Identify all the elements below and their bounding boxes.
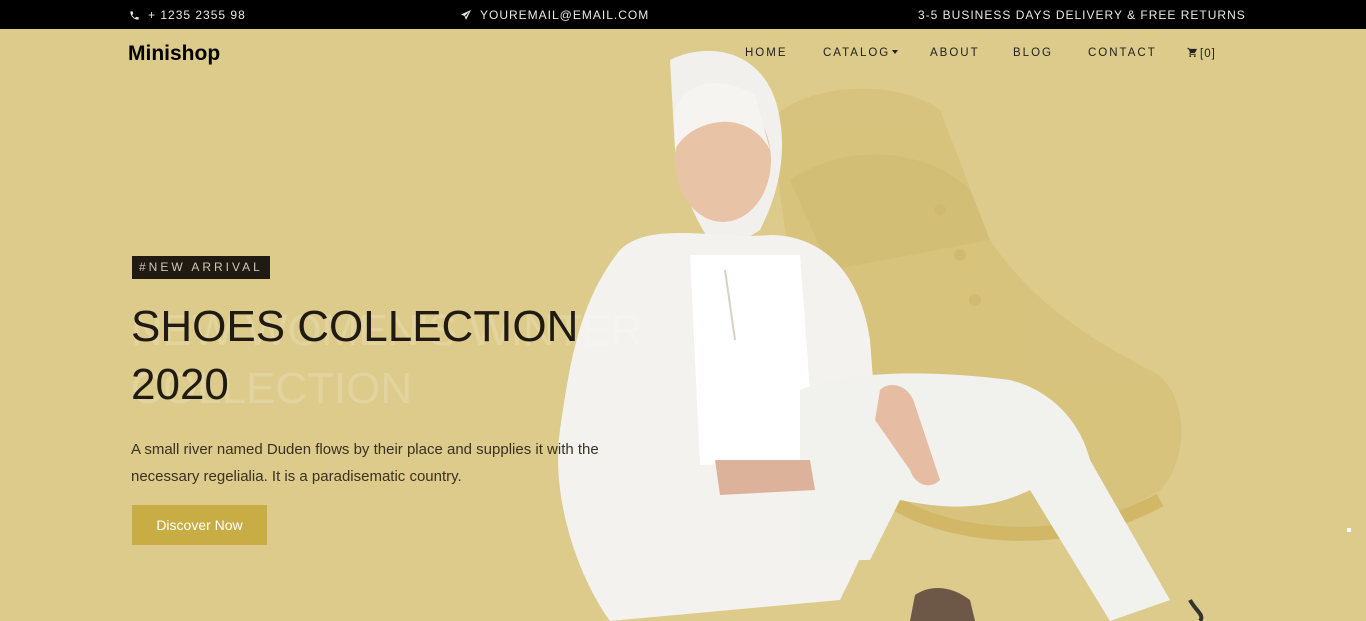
carousel-dot[interactable] <box>1347 528 1351 532</box>
delivery-notice-text: 3-5 BUSINESS DAYS DELIVERY & FREE RETURN… <box>918 8 1246 22</box>
phone-icon <box>129 10 140 21</box>
hero-title-line-2: 2020 <box>131 360 229 409</box>
email-address[interactable]: YOUREMAIL@EMAIL.COM <box>480 8 649 22</box>
brand-logo[interactable]: Minishop <box>128 42 220 66</box>
phone-number: + 1235 2355 98 <box>148 8 246 22</box>
phone-info: + 1235 2355 98 <box>129 8 246 22</box>
paper-plane-icon <box>460 9 472 21</box>
top-info-bar: + 1235 2355 98 YOUREMAIL@EMAIL.COM 3-5 B… <box>0 0 1366 29</box>
hero-title-line-1: SHOES COLLECTION <box>131 302 579 351</box>
hero-title: SHOES COLLECTION 2020 <box>131 298 578 414</box>
email-info: YOUREMAIL@EMAIL.COM <box>460 8 649 22</box>
delivery-notice: 3-5 BUSINESS DAYS DELIVERY & FREE RETURN… <box>918 8 1246 22</box>
new-arrival-tag: #NEW ARRIVAL <box>132 256 270 279</box>
hero-description: A small river named Duden flows by their… <box>131 441 599 485</box>
discover-now-button[interactable]: Discover Now <box>132 505 267 545</box>
